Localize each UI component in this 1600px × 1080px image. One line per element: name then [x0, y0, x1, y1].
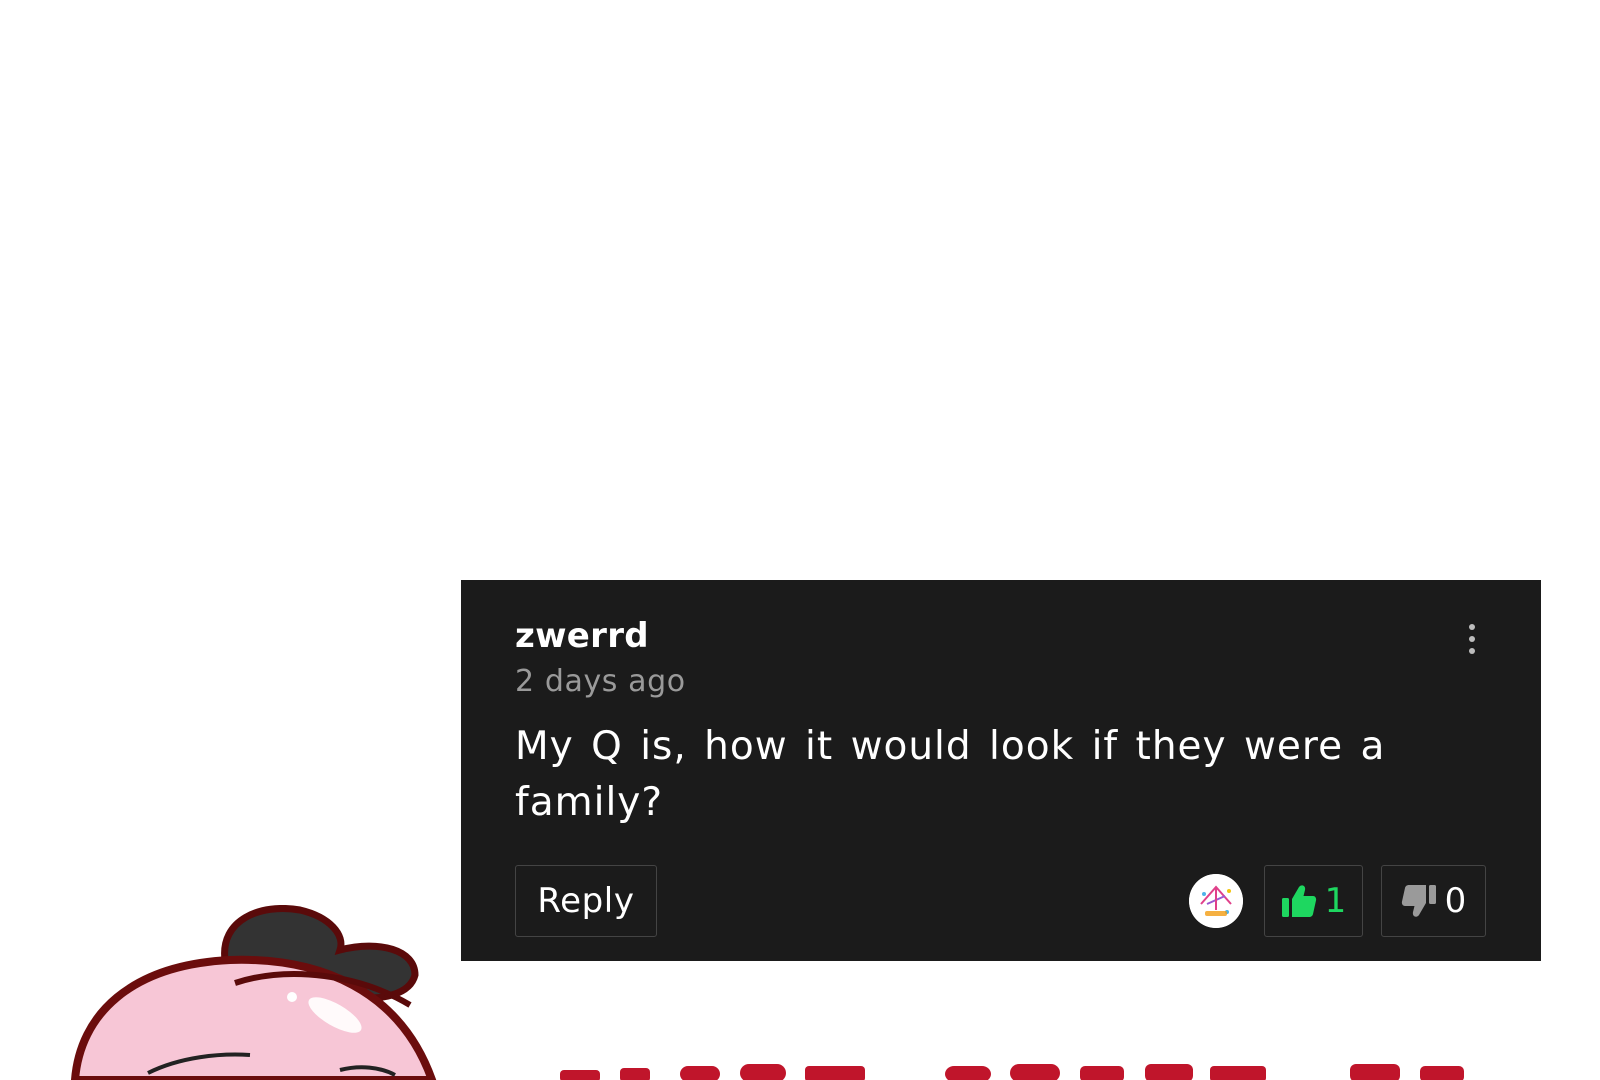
thumbs-down-icon [1401, 885, 1436, 917]
reply-button[interactable]: Reply [515, 865, 657, 937]
upvote-count: 1 [1324, 881, 1347, 921]
downvote-button[interactable]: 0 [1381, 865, 1486, 937]
comment-timestamp: 2 days ago [515, 664, 686, 699]
comment-card: zwerrd 2 days ago My Q is, how it would … [461, 580, 1541, 961]
avatar-image [1189, 874, 1243, 928]
upvote-button[interactable]: 1 [1264, 865, 1363, 937]
comment-author[interactable]: zwerrd [515, 616, 649, 656]
mascot-illustration [70, 905, 437, 1080]
comment-text: My Q is, how it would look if they were … [515, 724, 1386, 825]
comic-banner-art [560, 1064, 1464, 1080]
more-options-button[interactable] [1457, 616, 1487, 660]
more-vertical-icon [1469, 624, 1475, 630]
reactor-avatar[interactable] [1189, 874, 1243, 928]
page: zwerrd 2 days ago My Q is, how it would … [0, 0, 1600, 1080]
thumbs-up-icon [1281, 885, 1316, 917]
downvote-count: 0 [1444, 881, 1467, 921]
